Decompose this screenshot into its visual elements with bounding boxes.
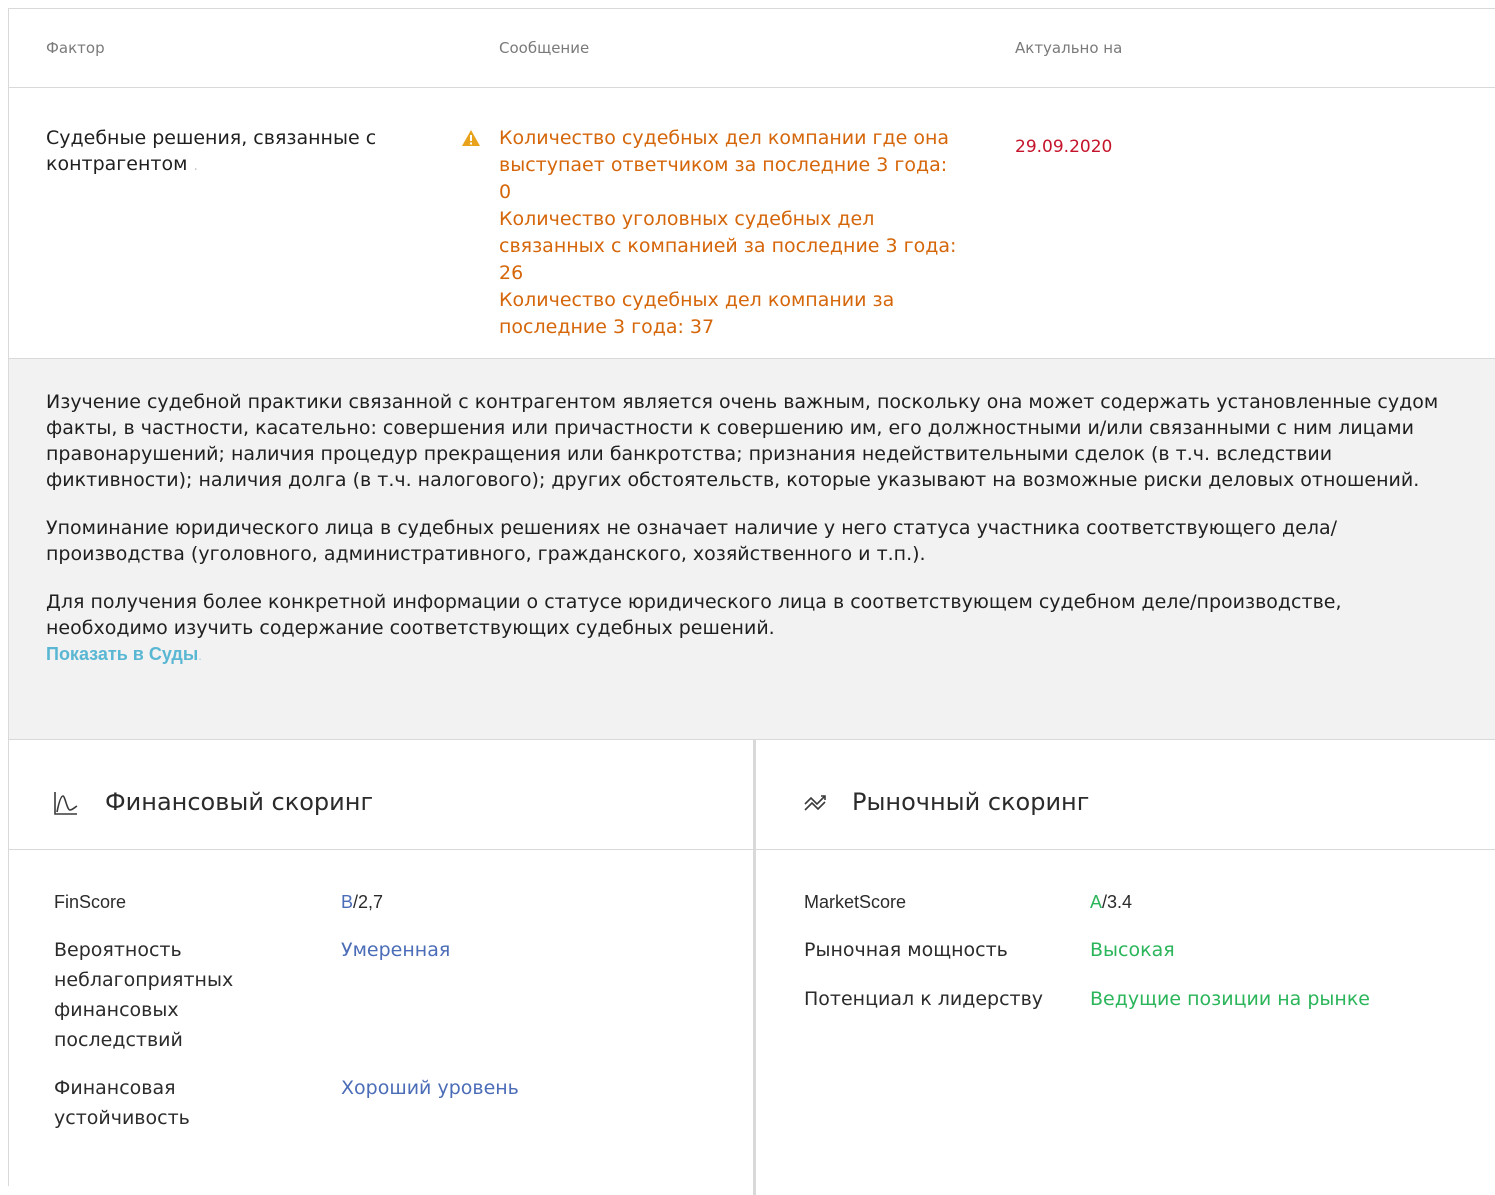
description-paragraph: Для получения более конкретной информаци… — [46, 591, 1342, 639]
leadership-potential-value: Ведущие позиции на рынке — [1090, 988, 1370, 1010]
market-power-label: Рыночная мощность — [804, 939, 1008, 961]
marketscore-value: A/3.4 — [1090, 887, 1132, 917]
financial-stability-label: Финансовая устойчивость — [54, 1077, 190, 1129]
table-header: Фактор Сообщение Актуально на — [9, 9, 1495, 88]
marketscore-label: MarketScore — [804, 892, 907, 912]
marketscore-grade: A — [1090, 892, 1103, 912]
market-scoring-panel: Рыночный скоринг MarketScore A/3.4 Рыноч… — [756, 740, 1495, 1195]
market-power-value: Высокая — [1090, 939, 1175, 961]
factor-card: Фактор Сообщение Актуально на Судебные р… — [8, 8, 1495, 1195]
finscore-score: /2,7 — [353, 892, 384, 912]
show-in-courts-label: Показать в Суды — [46, 644, 199, 664]
leadership-potential-row: Потенциал к лидерству Ведущие позиции на… — [756, 984, 1495, 1014]
adverse-probability-label: Вероятность неблагоприятных финансовых п… — [54, 939, 234, 1051]
factor-name: Судебные решения, связанные с контрагент… — [46, 127, 377, 175]
message-line: Количество судебных дел компании за посл… — [499, 289, 895, 338]
leadership-potential-label: Потенциал к лидерству — [804, 988, 1044, 1010]
message-line: Количество судебных дел компании где она… — [499, 127, 950, 203]
factor-marker: . — [193, 158, 198, 174]
marketscore-score: /3.4 — [1102, 892, 1133, 912]
financial-stability-value: Хороший уровень — [341, 1077, 519, 1099]
factor-description: Изучение судебной практики связанной с к… — [9, 359, 1495, 740]
header-message: Сообщение — [499, 39, 590, 57]
finscore-grade: B — [341, 892, 354, 912]
market-power-row: Рыночная мощность Высокая — [756, 935, 1495, 965]
link-marker: . — [198, 648, 202, 663]
market-trend-icon — [804, 795, 826, 811]
message-line: Количество уголовных судебных дел связан… — [499, 208, 957, 284]
financial-scoring-panel: Финансовый скоринг FinScore B/2,7 Вероят… — [9, 740, 756, 1195]
market-scoring-title: Рыночный скоринг — [852, 788, 1090, 816]
header-date: Актуально на — [1015, 39, 1123, 57]
header-factor: Фактор — [46, 39, 105, 57]
message-cell: Количество судебных дел компании где она… — [499, 125, 959, 341]
factor-name-cell: Судебные решения, связанные с контрагент… — [46, 125, 436, 179]
financial-chart-icon — [54, 792, 78, 815]
finscore-label: FinScore — [54, 892, 127, 912]
financial-stability-row: Финансовая устойчивость Хороший уровень — [9, 1073, 749, 1133]
warning-icon — [462, 130, 480, 146]
show-in-courts-link[interactable]: Показать в Суды. — [46, 643, 202, 667]
financial-scoring-title: Финансовый скоринг — [105, 788, 374, 816]
description-paragraph: Изучение судебной практики связанной с к… — [46, 391, 1439, 491]
table-row: Судебные решения, связанные с контрагент… — [9, 88, 1495, 359]
financial-scoring-header: Финансовый скоринг — [9, 740, 753, 850]
adverse-probability-row: Вероятность неблагоприятных финансовых п… — [9, 935, 749, 1055]
finscore-row: FinScore B/2,7 — [9, 887, 749, 917]
finscore-value: B/2,7 — [341, 887, 383, 917]
actual-date: 29.09.2020 — [1015, 137, 1113, 157]
market-scoring-header: Рыночный скоринг — [756, 740, 1495, 850]
description-paragraph: Упоминание юридического лица в судебных … — [46, 517, 1338, 565]
adverse-probability-value: Умеренная — [341, 939, 451, 961]
marketscore-row: MarketScore A/3.4 — [756, 887, 1495, 917]
